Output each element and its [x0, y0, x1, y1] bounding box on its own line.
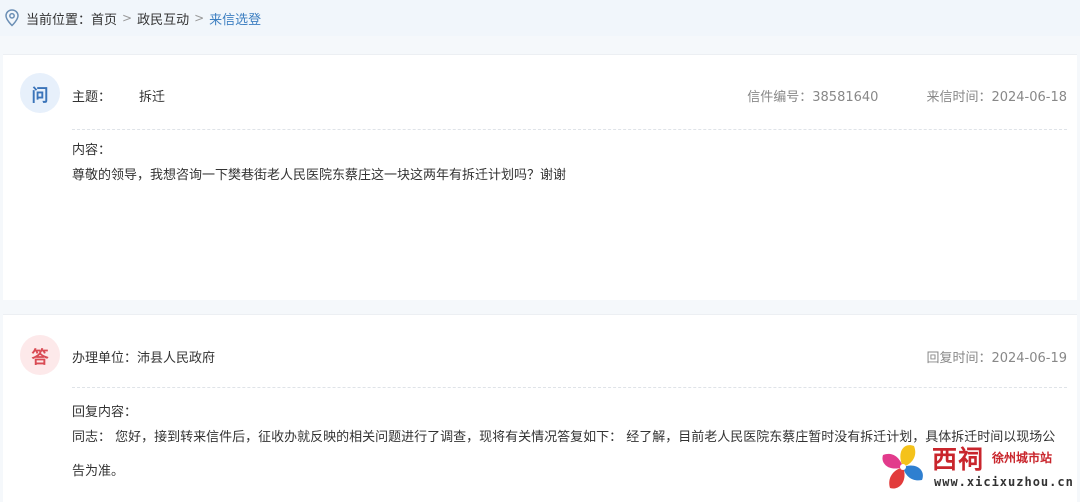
watermark-site: 徐州城市站 [992, 451, 1053, 465]
answer-badge: 答 [20, 335, 60, 375]
question-badge: 问 [20, 73, 60, 113]
reply-time: 回复时间：2024-06-19 [926, 350, 1067, 366]
breadcrumb-label: 当前位置： [26, 12, 92, 28]
watermark-url: www.xicixuzhou.cn [934, 475, 1074, 489]
pinwheel-logo-icon [882, 445, 923, 489]
location-pin-icon [5, 9, 19, 27]
breadcrumb: 当前位置： 首页 > 政民互动 > 来信选登 [0, 0, 1080, 36]
site-watermark: 西祠 徐州城市站 www.xicixuzhou.cn [874, 438, 1074, 496]
subject-key: 主题： [72, 89, 112, 105]
watermark-brand: 西祠 [932, 445, 985, 474]
reply-content-label: 回复内容： [72, 405, 138, 420]
breadcrumb-current[interactable]: 来信选登 [209, 9, 261, 28]
handling-unit: 办理单位：沛县人民政府 [72, 350, 216, 366]
content-label: 内容： [72, 143, 112, 158]
breadcrumb-interaction-link[interactable]: 政民互动 [137, 9, 189, 28]
question-content: 尊敬的领导，我想咨询一下樊巷街老人民医院东蔡庄这一块这两年有拆迁计划吗？谢谢 [72, 168, 567, 183]
breadcrumb-separator: > [122, 11, 133, 25]
question-header: 主题： 拆迁 信件编号：38581640 来信时间：2024-06-18 [72, 85, 1067, 105]
divider [72, 387, 1067, 388]
breadcrumb-home-link[interactable]: 首页 [91, 9, 117, 28]
subject-value: 拆迁 [139, 89, 166, 105]
question-card: 问 主题： 拆迁 信件编号：38581640 来信时间：2024-06-18 内… [3, 54, 1077, 300]
answer-header: 办理单位：沛县人民政府 回复时间：2024-06-19 [72, 346, 1067, 366]
breadcrumb-separator: > [194, 11, 205, 25]
divider [72, 129, 1067, 130]
letter-time: 来信时间：2024-06-18 [926, 89, 1067, 105]
letter-number: 信件编号：38581640 [747, 89, 879, 105]
